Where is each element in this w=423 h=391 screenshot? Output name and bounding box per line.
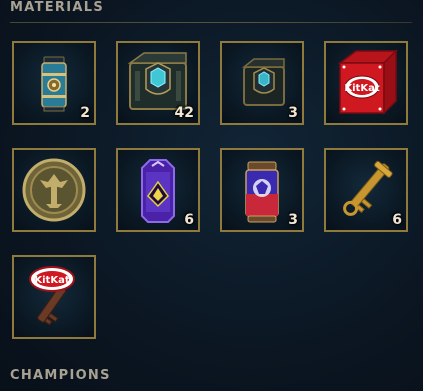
svg-text:KitKat: KitKat <box>34 275 69 286</box>
material-count: 3 <box>288 212 298 228</box>
material-count: 2 <box>80 105 90 121</box>
material-tile-kitkat-chest[interactable]: KitKat <box>324 41 408 125</box>
material-count: 3 <box>288 105 298 121</box>
svg-text:KitKat: KitKat <box>344 83 379 94</box>
token-coin-icon <box>22 158 86 222</box>
material-count: 6 <box>392 212 402 228</box>
kitkat-key-icon: KitKat <box>29 266 75 326</box>
material-tile-masterwork-chest[interactable]: 3 <box>220 41 304 125</box>
material-tile-hextech-chest[interactable]: 42 <box>116 41 200 125</box>
material-tile-kitkat-key[interactable]: KitKat <box>12 255 96 339</box>
section-divider <box>10 22 412 23</box>
material-tile-token-coin[interactable] <box>12 148 96 232</box>
material-tile-gold-key[interactable]: 6 <box>324 148 408 232</box>
material-count: 42 <box>174 105 194 121</box>
section-title-materials: MATERIALS <box>10 0 104 15</box>
kitkat-chest-icon: KitKat <box>337 49 398 115</box>
material-tile-purple-capsule[interactable]: 6 <box>116 148 200 232</box>
material-count: 6 <box>184 212 194 228</box>
section-title-champions: CHAMPIONS <box>10 368 111 383</box>
material-tile-orb-canister[interactable]: 2 <box>12 41 96 125</box>
material-tile-worlds-capsule[interactable]: 3 <box>220 148 304 232</box>
